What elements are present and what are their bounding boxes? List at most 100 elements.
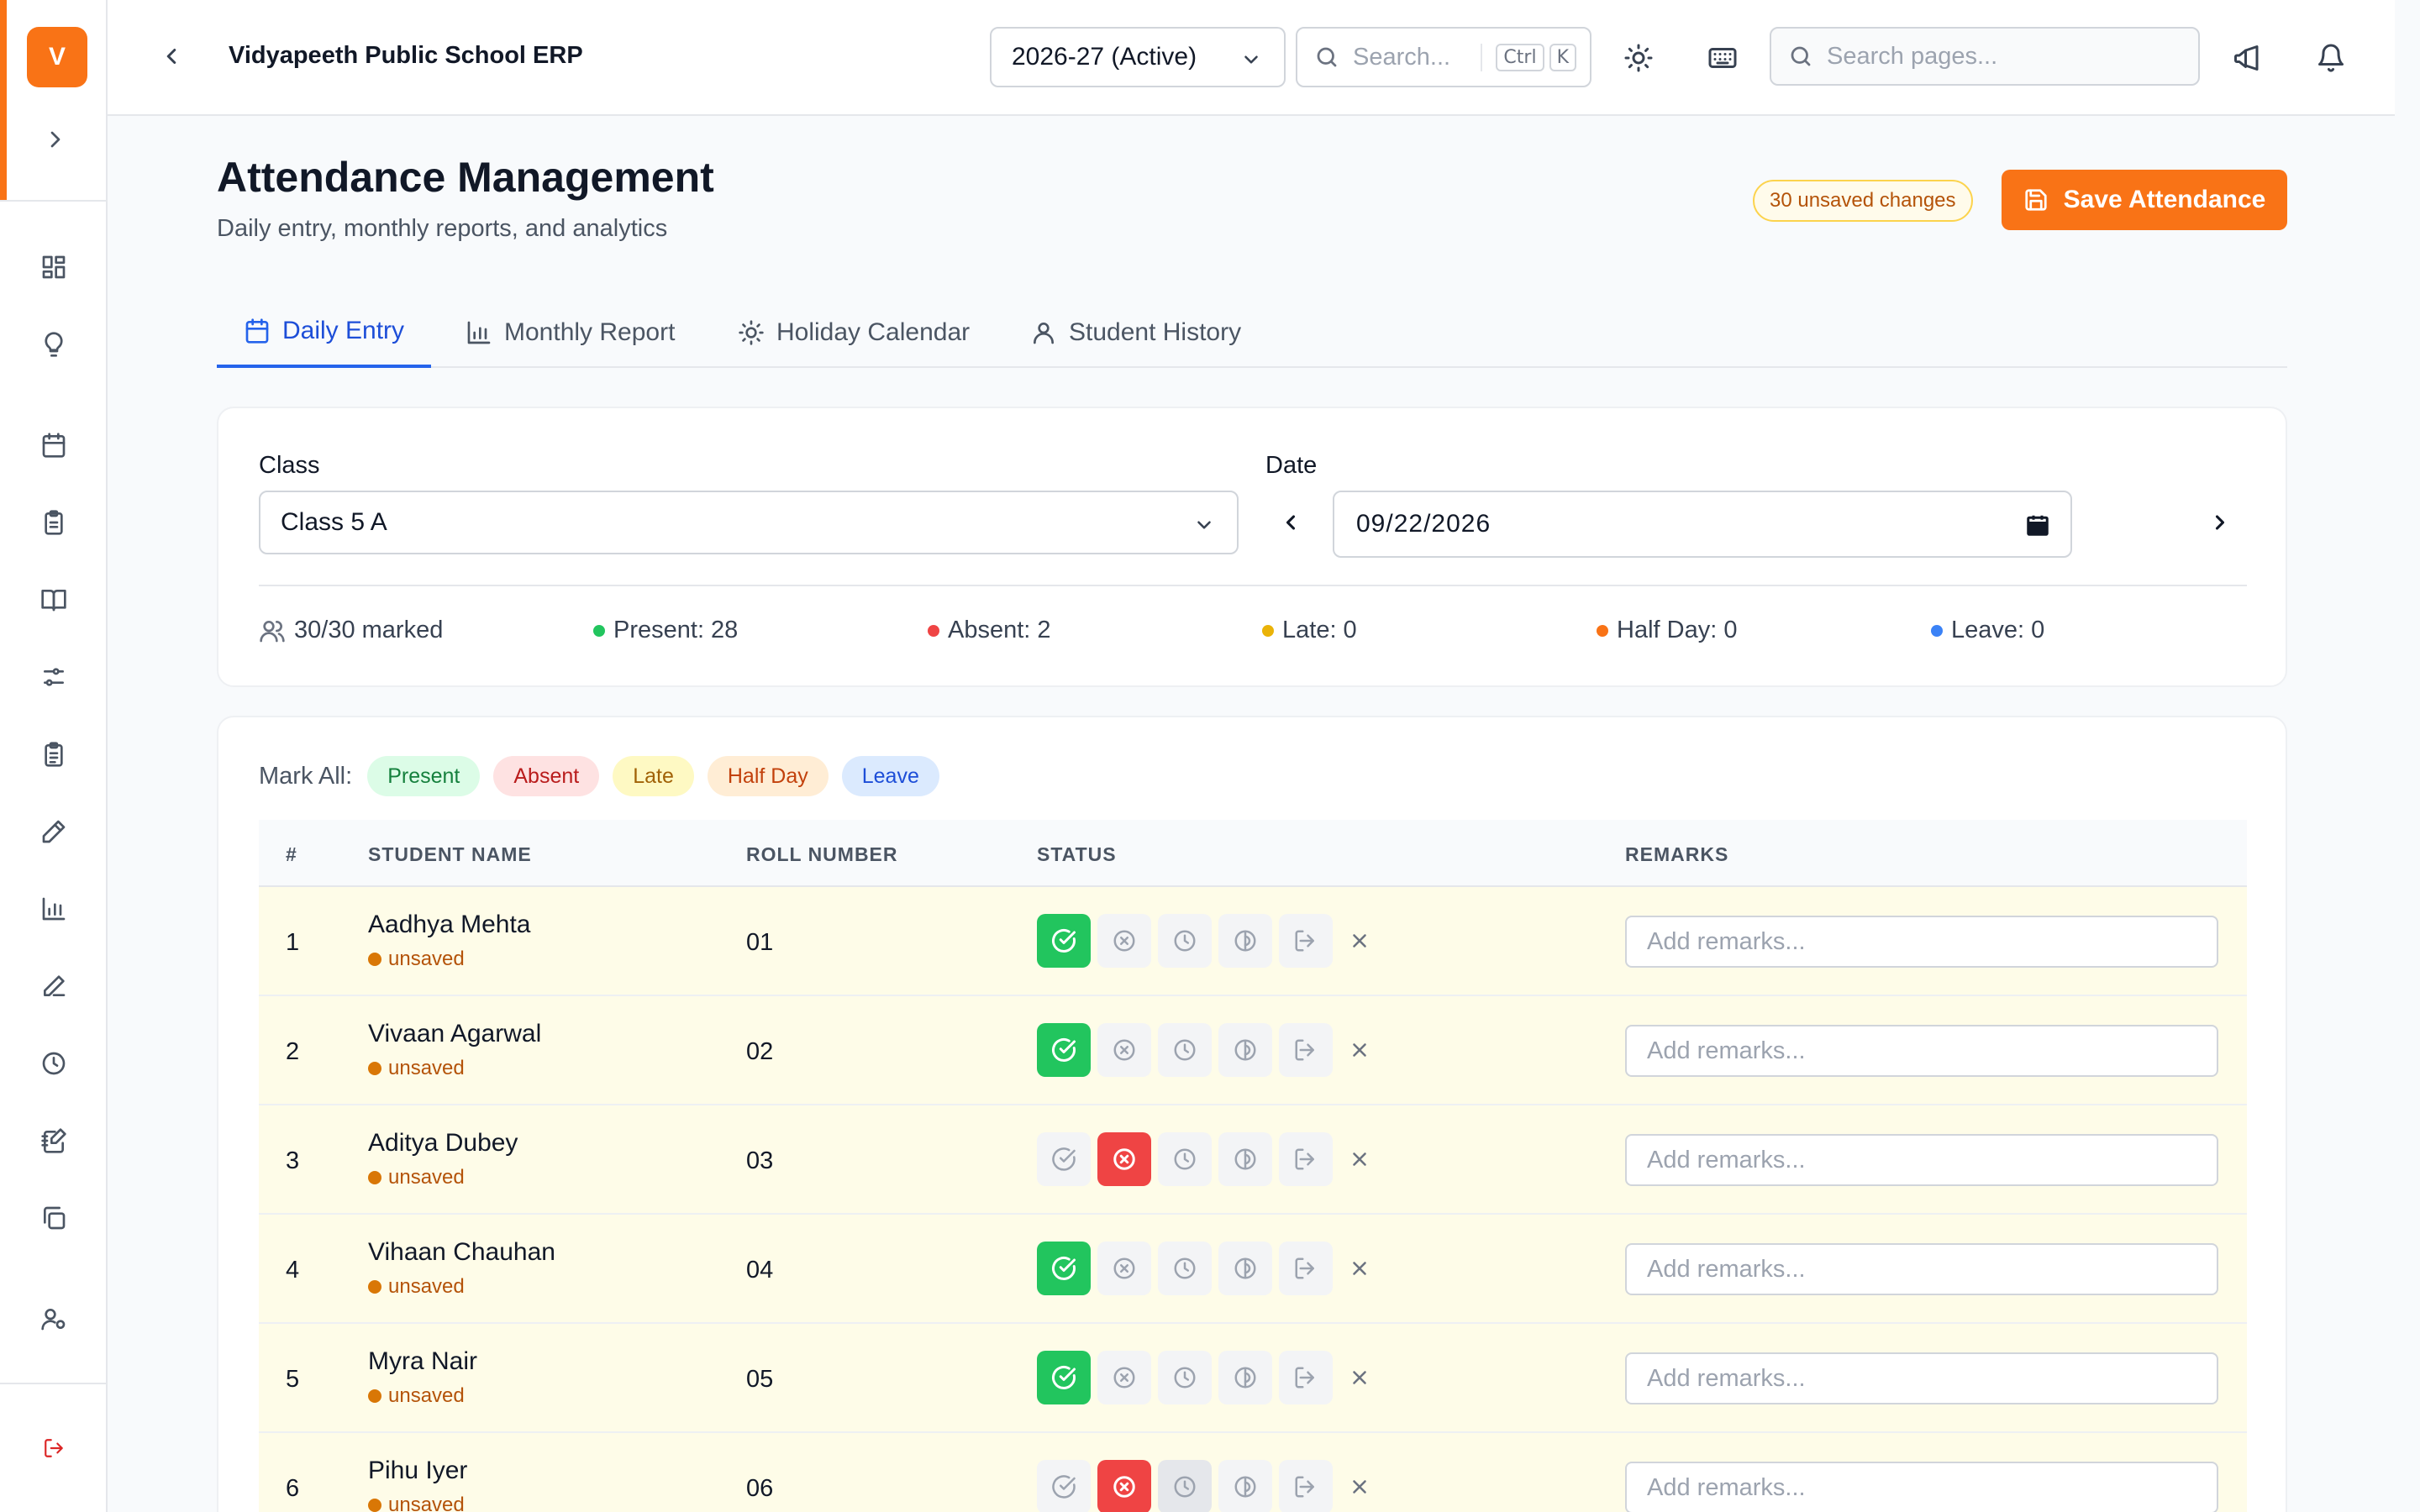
mark-present-button[interactable] [1037,914,1091,968]
clear-status-button[interactable] [1339,914,1380,968]
mark-all-leave-chip[interactable]: Leave [841,756,939,796]
mark-leave-button[interactable] [1279,1023,1333,1077]
mark-half-day-button[interactable] [1218,1460,1272,1512]
class-select[interactable]: Class 5 A [259,491,1239,554]
sidebar-item-calendar[interactable] [35,427,72,464]
mark-half-day-button[interactable] [1218,1242,1272,1295]
close-icon [1353,1043,1366,1057]
clear-status-button[interactable] [1339,1132,1380,1186]
absent-icon [1113,1148,1135,1170]
student-name: Vivaan Agarwal [368,1020,542,1047]
academic-year-select[interactable]: 2026-27 (Active) [990,27,1286,87]
unsaved-label: unsaved [388,1275,465,1298]
remarks-input[interactable] [1625,1462,2218,1512]
sidebar-item-attendance[interactable] [35,504,72,541]
tab-student-history[interactable]: Student History [1030,297,1241,368]
clear-status-button[interactable] [1339,1351,1380,1404]
notifications-button[interactable] [2311,38,2351,78]
sidebar-item-documents[interactable] [35,1200,72,1236]
header-roll-number: ROLL NUMBER [746,843,898,865]
mark-late-button[interactable] [1158,1460,1212,1512]
keyboard-shortcuts-button[interactable] [1702,38,1743,78]
remarks-input[interactable] [1625,1243,2218,1295]
date-input[interactable]: 09/22/2026 [1333,491,2072,558]
remarks-input[interactable] [1625,1352,2218,1404]
mark-absent-button[interactable] [1097,1351,1151,1404]
sidebar-item-user-settings[interactable] [35,1300,72,1337]
mark-late-button[interactable] [1158,1242,1212,1295]
mark-present-button[interactable] [1037,1023,1091,1077]
mark-absent-button[interactable] [1097,1132,1151,1186]
tab-daily-entry[interactable]: Daily Entry [217,297,432,368]
sidebar-item-insights[interactable] [35,326,72,363]
mark-all-late-chip[interactable]: Late [613,756,694,796]
mark-late-button[interactable] [1158,1132,1212,1186]
close-icon [1353,1371,1366,1384]
copy-icon [44,1206,66,1230]
remarks-input[interactable] [1625,1025,2218,1077]
mark-present-button[interactable] [1037,1351,1091,1404]
remarks-input[interactable] [1625,916,2218,968]
mark-half-day-button[interactable] [1218,914,1272,968]
mark-all-half-day-chip[interactable]: Half Day [707,756,829,796]
sidebar-item-exams[interactable] [35,736,72,773]
mark-absent-button[interactable] [1097,1460,1151,1512]
mark-leave-button[interactable] [1279,1351,1333,1404]
sidebar-item-dashboard[interactable] [35,249,72,286]
table-row: 1 Aadhya Mehta unsaved 01 [259,887,2247,996]
tab-holiday-calendar[interactable]: Holiday Calendar [738,297,970,368]
page-search[interactable]: Search pages... [1770,27,2200,86]
global-search[interactable]: Search... Ctrl K [1296,27,1591,87]
leave-icon [1295,1476,1314,1498]
mark-present-button[interactable] [1037,1242,1091,1295]
mark-present-button[interactable] [1037,1132,1091,1186]
sidebar-item-notes[interactable] [35,1122,72,1159]
tab-label: Student History [1069,318,1242,346]
mark-half-day-button[interactable] [1218,1023,1272,1077]
mark-absent-button[interactable] [1097,914,1151,968]
mark-absent-button[interactable] [1097,1023,1151,1077]
theme-toggle-button[interactable] [1618,38,1659,78]
calendar-picker-icon[interactable] [2025,512,2050,538]
roll-number: 04 [746,1257,774,1284]
mark-leave-button[interactable] [1279,1460,1333,1512]
sidebar-item-homework[interactable] [35,968,72,1005]
mark-leave-button[interactable] [1279,914,1333,968]
mark-leave-button[interactable] [1279,1132,1333,1186]
sidebar-divider [0,200,106,202]
global-search-placeholder: Search... [1353,43,1451,71]
save-attendance-button[interactable]: Save Attendance [2002,170,2287,230]
mark-leave-button[interactable] [1279,1242,1333,1295]
mark-half-day-button[interactable] [1218,1351,1272,1404]
sidebar-item-marks-entry[interactable] [35,813,72,850]
previous-day-button[interactable] [1272,504,1309,541]
announcements-button[interactable] [2227,38,2267,78]
half-day-icon [1234,1148,1256,1170]
megaphone-icon [2234,45,2259,71]
sidebar-item-academics[interactable] [35,581,72,618]
sidebar-item-settings-sliders[interactable] [35,659,72,696]
sidebar-expand-button[interactable] [37,121,74,158]
mark-all-present-chip[interactable]: Present [367,756,481,796]
mark-late-button[interactable] [1158,1023,1212,1077]
mark-half-day-button[interactable] [1218,1132,1272,1186]
mark-present-button[interactable] [1037,1460,1091,1512]
mark-late-button[interactable] [1158,1351,1212,1404]
unsaved-indicator: unsaved [368,1384,465,1408]
sidebar-item-reports[interactable] [35,890,72,927]
mark-late-button[interactable] [1158,914,1212,968]
pencil-icon [42,820,66,843]
sidebar-item-logout[interactable] [35,1430,72,1467]
clear-status-button[interactable] [1339,1242,1380,1295]
back-button[interactable] [153,38,190,75]
tab-monthly-report[interactable]: Monthly Report [466,297,675,368]
sidebar-item-timetable[interactable] [35,1045,72,1082]
mark-absent-button[interactable] [1097,1242,1151,1295]
clear-status-button[interactable] [1339,1460,1380,1512]
mark-all-absent-chip[interactable]: Absent [493,756,600,796]
next-day-button[interactable] [2202,504,2238,541]
app-logo[interactable]: V [27,27,87,87]
clear-status-button[interactable] [1339,1023,1380,1077]
academic-year-value: 2026-27 (Active) [1012,43,1197,71]
remarks-input[interactable] [1625,1134,2218,1186]
